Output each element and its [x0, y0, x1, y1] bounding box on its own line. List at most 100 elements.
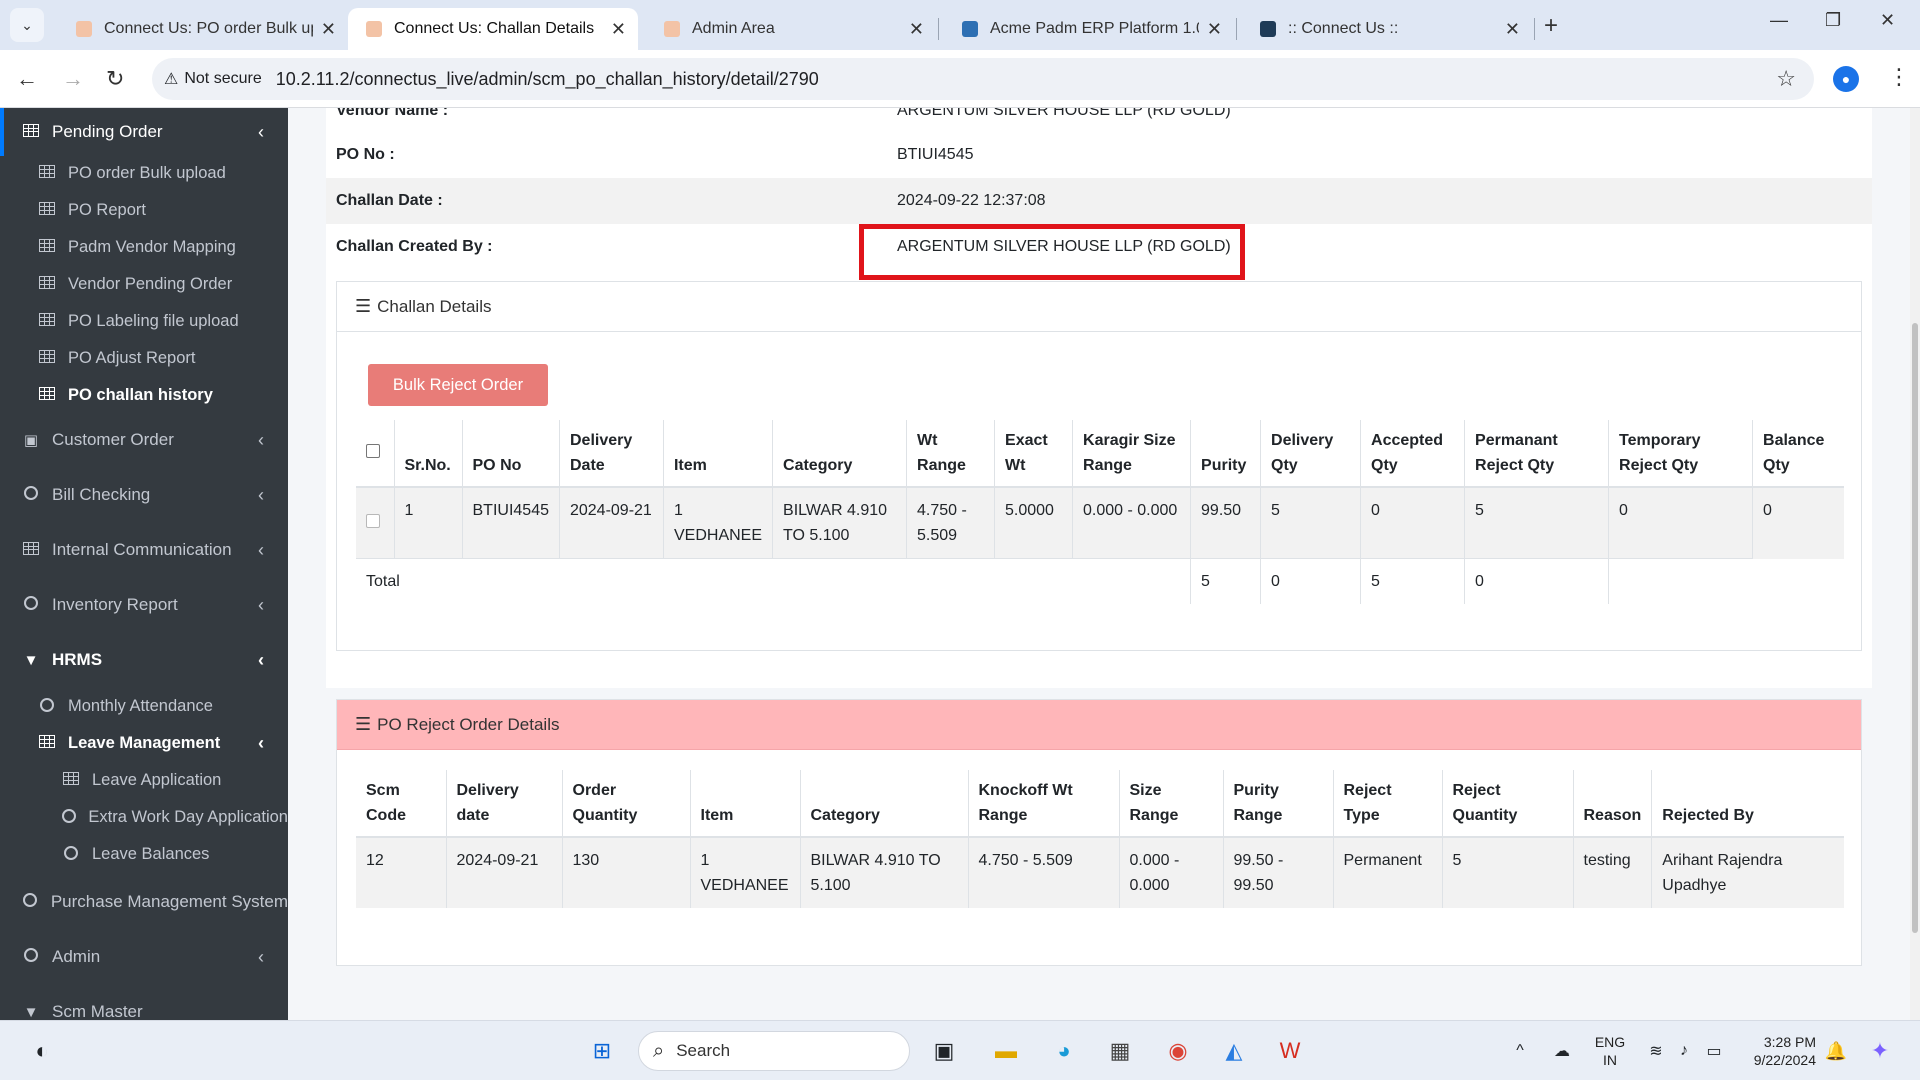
file-explorer-icon[interactable]: ▬	[990, 1035, 1022, 1067]
circle-icon	[22, 596, 40, 614]
active-indicator	[0, 108, 4, 156]
table-cell: Permanent	[1332, 836, 1442, 908]
scrollbar-thumb[interactable]	[1912, 323, 1918, 933]
tab-erp-platform[interactable]: Acme Padm ERP Platform 1.00 ✕	[944, 8, 1234, 50]
sidebar: Pending Order ‹ PO order Bulk upload PO …	[0, 108, 288, 1020]
calculator-icon[interactable]: ▦	[1104, 1035, 1136, 1067]
forward-icon[interactable]: →	[62, 66, 84, 92]
sidebar-item-label: Scm Master	[52, 1002, 143, 1020]
sidebar-item-po-labeling-file-upload[interactable]: PO Labeling file upload	[0, 303, 288, 340]
sidebar-item-internal-communication[interactable]: Internal Communication ‹	[0, 526, 288, 574]
battery-icon[interactable]: ▭	[1698, 1035, 1730, 1067]
sidebar-item-leave-application[interactable]: Leave Application	[0, 762, 288, 799]
back-icon[interactable]: ←	[16, 66, 38, 92]
edge-browser-icon[interactable]: ◕	[1048, 1035, 1080, 1067]
wps-office-icon[interactable]: W	[1274, 1035, 1306, 1067]
volume-icon[interactable]: ♪	[1668, 1035, 1700, 1067]
taskbar-search-box[interactable]: ⌕ Search	[638, 1031, 910, 1071]
column-header: Balance Qty	[1752, 420, 1844, 488]
new-tab-icon[interactable]: +	[1544, 12, 1558, 40]
po-no-row: PO No : BTIUI4545	[326, 132, 1872, 178]
close-tab-icon[interactable]: ✕	[321, 19, 336, 40]
table-cell: 5	[1441, 836, 1573, 908]
sidebar-item-admin[interactable]: Admin ‹	[0, 933, 288, 981]
sidebar-item-leave-balances[interactable]: Leave Balances	[0, 836, 288, 873]
row-checkbox[interactable]	[366, 513, 380, 528]
photos-icon[interactable]: ◭	[1218, 1035, 1250, 1067]
task-view-icon[interactable]: ▣	[928, 1035, 960, 1067]
taskbar-clock[interactable]: 3:28 PM 9/22/2024	[1736, 1033, 1816, 1069]
restore-icon[interactable]: ❐	[1825, 10, 1841, 31]
sidebar-item-vendor-pending-order[interactable]: Vendor Pending Order	[0, 266, 288, 303]
windows-start-icon[interactable]: ⊞	[586, 1035, 618, 1067]
tab-search-icon[interactable]: ⌄	[10, 8, 44, 42]
table-icon	[38, 350, 56, 367]
tab-po-order-bulk-upload[interactable]: Connect Us: PO order Bulk uplo ✕	[58, 8, 348, 50]
select-all-checkbox[interactable]	[366, 443, 380, 458]
language-indicator[interactable]: ENG IN	[1590, 1033, 1630, 1069]
profile-avatar-icon[interactable]: ●	[1833, 66, 1859, 92]
reload-icon[interactable]: ↻	[106, 66, 124, 92]
browser-menu-icon[interactable]: ⋮	[1888, 64, 1910, 90]
minimize-icon[interactable]: —	[1770, 10, 1788, 31]
site-favicon-icon	[76, 21, 92, 37]
tab-challan-details[interactable]: Connect Us: Challan Details ✕	[348, 8, 638, 50]
sidebar-item-po-adjust-report[interactable]: PO Adjust Report	[0, 340, 288, 377]
search-placeholder: Search	[676, 1041, 731, 1060]
column-header: Knockoff Wt Range	[967, 770, 1119, 838]
warning-icon[interactable]: ⚠	[164, 69, 178, 89]
po-reject-order-panel: ☰ PO Reject Order Details Scm Code Deliv…	[336, 699, 1862, 966]
sidebar-item-po-report[interactable]: PO Report	[0, 192, 288, 229]
sidebar-item-customer-order[interactable]: ▣ Customer Order ‹	[0, 416, 288, 464]
total-balance-qty	[1608, 558, 1753, 604]
url-text[interactable]: 10.2.11.2/connectus_live/admin/scm_po_ch…	[276, 69, 819, 90]
sidebar-item-hrms[interactable]: ▼ HRMS ‹	[0, 636, 288, 684]
close-tab-icon[interactable]: ✕	[1505, 19, 1520, 40]
filter-icon: ▼	[23, 651, 39, 669]
sidebar-item-label: HRMS	[52, 650, 103, 669]
sidebar-item-po-challan-history[interactable]: PO challan history	[0, 377, 288, 414]
sidebar-item-inventory-report[interactable]: Inventory Report ‹	[0, 581, 288, 629]
sidebar-item-scm-master[interactable]: ▼ Scm Master	[0, 988, 288, 1020]
security-label[interactable]: Not secure	[184, 70, 261, 88]
sidebar-item-label: PO Labeling file upload	[68, 312, 239, 330]
sidebar-item-extra-work-day-application[interactable]: Extra Work Day Application	[0, 799, 288, 836]
cloud-offline-icon[interactable]: ☁	[1546, 1035, 1578, 1067]
sidebar-item-po-order-bulk-upload[interactable]: PO order Bulk upload	[0, 155, 288, 192]
notification-bell-icon[interactable]: 🔔	[1820, 1035, 1852, 1067]
tray-overflow-icon[interactable]: ^	[1504, 1035, 1536, 1067]
column-header: Sr.No.	[393, 420, 462, 488]
site-favicon-icon	[366, 21, 382, 37]
table-cell: Arihant Rajendra Upadhye	[1651, 836, 1844, 908]
close-tab-icon[interactable]: ✕	[909, 19, 924, 40]
search-icon: ⌕	[653, 1039, 665, 1062]
table-cell: 12	[356, 836, 446, 908]
sidebar-item-label: Pending Order	[52, 122, 163, 141]
bookmark-star-icon[interactable]: ☆	[1776, 66, 1796, 92]
sidebar-item-leave-management[interactable]: Leave Management ‹	[0, 725, 288, 762]
sidebar-item-monthly-attendance[interactable]: Monthly Attendance	[0, 688, 288, 725]
weather-icon[interactable]: ◐	[26, 1035, 58, 1067]
close-tab-icon[interactable]: ✕	[611, 19, 626, 40]
sidebar-item-pending-order[interactable]: Pending Order ‹	[0, 108, 288, 156]
table-cell: 0	[1608, 486, 1753, 559]
filter-icon: ▼	[23, 1003, 39, 1021]
sidebar-item-bill-checking[interactable]: Bill Checking ‹	[0, 471, 288, 519]
column-header: Reason	[1572, 770, 1652, 838]
sidebar-item-padm-vendor-mapping[interactable]: Padm Vendor Mapping	[0, 229, 288, 266]
sidebar-item-label: Admin	[52, 947, 101, 966]
close-tab-icon[interactable]: ✕	[1207, 19, 1222, 40]
total-delivery-qty: 5	[1190, 558, 1261, 604]
url-omnibox[interactable]: ⚠ Not secure 10.2.11.2/connectus_live/ad…	[152, 58, 1814, 100]
copilot-icon[interactable]: ✦	[1864, 1035, 1896, 1067]
po-no-value: BTIUI4545	[897, 146, 974, 163]
tab-connect-us[interactable]: :: Connect Us :: ✕	[1242, 8, 1532, 50]
sidebar-item-purchase-management[interactable]: Purchase Management System	[0, 878, 288, 926]
sidebar-item-label: Extra Work Day Application	[88, 808, 288, 826]
bulk-reject-order-button[interactable]: Bulk Reject Order	[368, 364, 548, 406]
tab-admin-area[interactable]: Admin Area ✕	[646, 8, 936, 50]
page-scrollbar[interactable]	[1910, 108, 1920, 1020]
chrome-icon[interactable]: ◉	[1162, 1035, 1194, 1067]
window-close-icon[interactable]: ✕	[1880, 10, 1895, 31]
table-cell: BILWAR 4.910 TO 5.100	[772, 486, 907, 559]
